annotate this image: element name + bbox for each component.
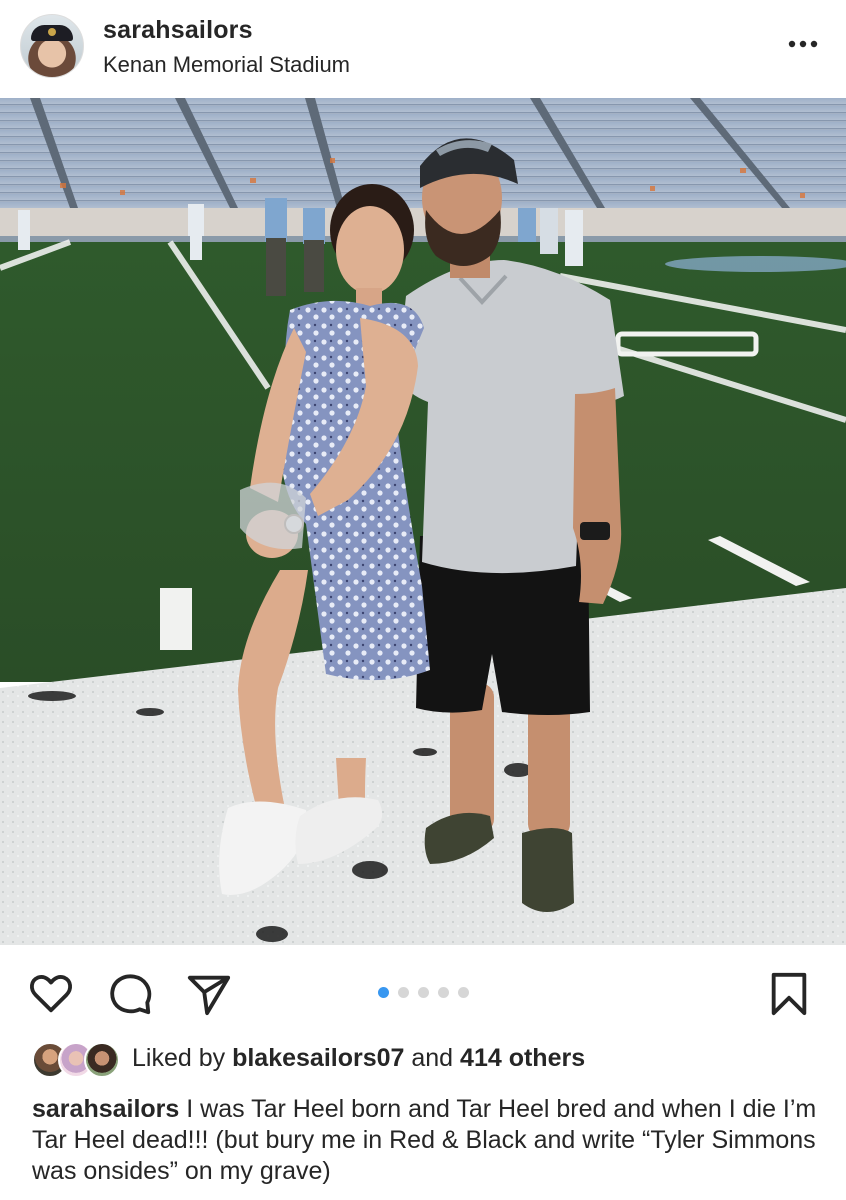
post-username[interactable]: sarahsailors	[103, 16, 253, 45]
liker-avatar[interactable]	[84, 1042, 120, 1078]
caption-username[interactable]: sarahsailors	[32, 1095, 179, 1123]
top-liker-username[interactable]: blakesailors07	[232, 1044, 404, 1072]
carousel-dot-1[interactable]	[378, 987, 389, 998]
post-location[interactable]: Kenan Memorial Stadium	[103, 52, 350, 78]
post-caption: sarahsailors I was Tar Heel born and Tar…	[32, 1094, 832, 1187]
post-photo[interactable]	[0, 98, 846, 945]
bookmark-icon[interactable]	[766, 971, 812, 1017]
likes-others-count[interactable]: 414 others	[460, 1044, 585, 1072]
more-horizontal-icon[interactable]	[788, 40, 818, 48]
likes-connector: and	[411, 1044, 454, 1072]
post-header: sarahsailors Kenan Memorial Stadium	[0, 0, 846, 98]
carousel-dot-4[interactable]	[438, 987, 449, 998]
paper-plane-icon[interactable]	[186, 971, 232, 1017]
heart-icon[interactable]	[28, 971, 74, 1017]
likes-row: Liked by blakesailors07 and 414 others	[32, 1040, 832, 1080]
comment-icon[interactable]	[108, 971, 154, 1017]
likes-summary[interactable]: Liked by blakesailors07 and 414 others	[132, 1044, 585, 1073]
carousel-dot-3[interactable]	[418, 987, 429, 998]
profile-avatar[interactable]	[20, 14, 84, 78]
likes-prefix: Liked by	[132, 1044, 226, 1072]
carousel-dot-5[interactable]	[458, 987, 469, 998]
carousel-dot-2[interactable]	[398, 987, 409, 998]
